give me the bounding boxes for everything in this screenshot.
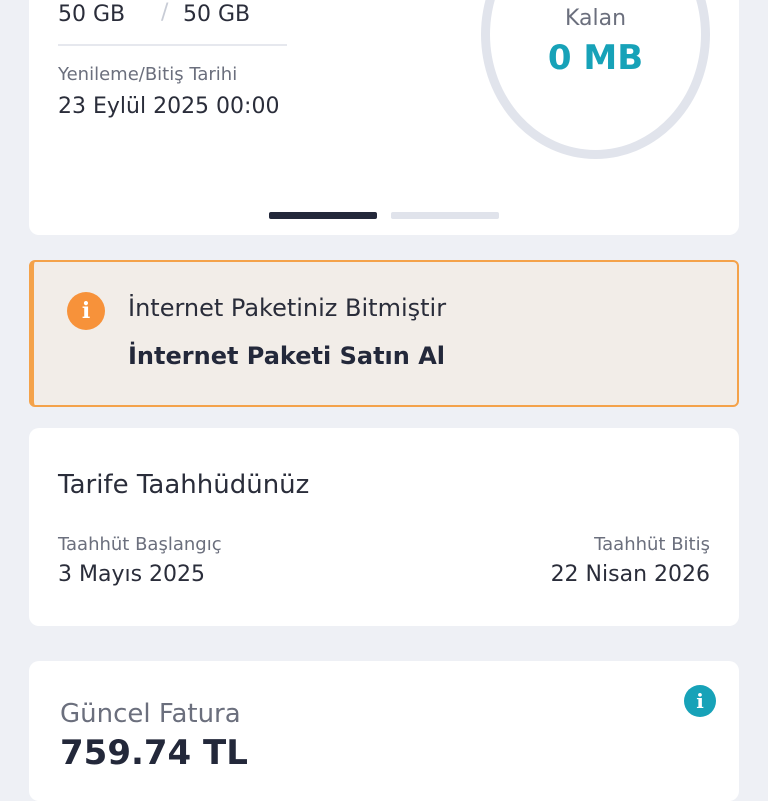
invoice-card[interactable]: Güncel Fatura 759.74 TL i [29, 661, 739, 801]
commitment-end-label: Taahhüt Bitiş [594, 534, 710, 555]
usage-card: 50 GB / 50 GB Yenileme/Bitiş Tarihi 23 E… [29, 0, 739, 235]
page-indicator-active[interactable] [269, 212, 377, 219]
renewal-label: Yenileme/Bitiş Tarihi [58, 64, 238, 85]
usage-used: 50 GB [58, 2, 126, 27]
invoice-title: Güncel Fatura [60, 699, 241, 729]
alert-title: İnternet Paketiniz Bitmiştir [128, 294, 447, 322]
commitment-start-label: Taahhüt Başlangıç [58, 534, 222, 555]
commitment-start-date: 3 Mayıs 2025 [58, 562, 206, 587]
remaining-label: Kalan [564, 6, 627, 31]
remaining-value: 0 MB [547, 38, 644, 78]
package-alert-card[interactable]: i İnternet Paketiniz Bitmiştir İnternet … [29, 260, 739, 407]
info-icon: i [67, 292, 105, 330]
buy-package-link[interactable]: İnternet Paketi Satın Al [128, 342, 445, 370]
page-indicator-inactive[interactable] [391, 212, 499, 219]
invoice-info-icon[interactable]: i [684, 685, 716, 717]
usage-divider [58, 44, 287, 46]
usage-separator: / [161, 0, 169, 25]
commitment-end-date: 22 Nisan 2026 [550, 562, 710, 587]
commitment-title: Tarife Taahhüdünüz [58, 470, 310, 500]
renewal-date: 23 Eylül 2025 00:00 [58, 94, 280, 119]
usage-total: 50 GB [183, 2, 251, 27]
commitment-card: Tarife Taahhüdünüz Taahhüt Başlangıç 3 M… [29, 428, 739, 626]
invoice-amount: 759.74 TL [60, 733, 248, 773]
